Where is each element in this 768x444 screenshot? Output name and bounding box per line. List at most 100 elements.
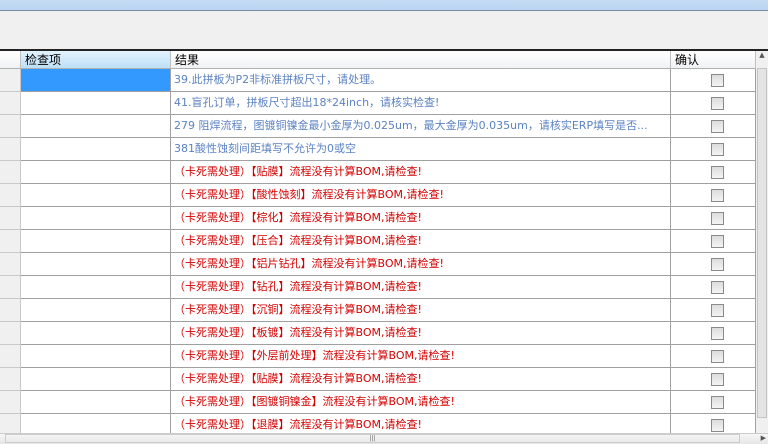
item-cell[interactable] [21,138,171,161]
table-row[interactable]: （卡死需处理）【棕化】流程没有计算BOM,请检查! [0,207,756,230]
confirm-checkbox[interactable] [711,281,724,294]
result-cell[interactable]: （卡死需处理）【退膜】流程没有计算BOM,请检查! [171,414,671,433]
confirm-cell[interactable] [671,230,756,253]
result-cell[interactable]: （卡死需处理）【板镀】流程没有计算BOM,请检查! [171,322,671,345]
table-row[interactable]: （卡死需处理）【贴膜】流程没有计算BOM,请检查! [0,161,756,184]
row-header[interactable] [0,253,21,276]
result-cell[interactable]: （卡死需处理）【贴膜】流程没有计算BOM,请检查! [171,161,671,184]
table-row[interactable]: （卡死需处理）【贴膜】流程没有计算BOM,请检查! [0,368,756,391]
row-header[interactable] [0,368,21,391]
table-row[interactable]: （卡死需处理）【压合】流程没有计算BOM,请检查! [0,230,756,253]
item-cell[interactable] [21,322,171,345]
item-cell[interactable] [21,207,171,230]
result-cell[interactable]: 39.此拼板为P2非标准拼板尺寸，请处理。 [171,69,671,92]
confirm-cell[interactable] [671,161,756,184]
confirm-checkbox[interactable] [711,74,724,87]
confirm-checkbox[interactable] [711,350,724,363]
result-cell[interactable]: 381酸性蚀刻间距填写不允许为0或空 [171,138,671,161]
confirm-cell[interactable] [671,391,756,414]
table-row[interactable]: 279 阻焊流程，图镀铜镍金最小金厚为0.025um，最大金厚为0.035um，… [0,115,756,138]
result-cell[interactable]: （卡死需处理）【外层前处理】流程没有计算BOM,请检查! [171,345,671,368]
result-cell[interactable]: （卡死需处理）【沉铜】流程没有计算BOM,请检查! [171,299,671,322]
confirm-cell[interactable] [671,368,756,391]
table-row[interactable]: （卡死需处理）【外层前处理】流程没有计算BOM,请检查! [0,345,756,368]
scroll-right-arrow-icon[interactable]: ▶ [761,434,766,442]
row-header[interactable] [0,69,21,92]
confirm-cell[interactable] [671,253,756,276]
item-cell[interactable] [21,253,171,276]
confirm-cell[interactable] [671,322,756,345]
result-cell[interactable]: （卡死需处理）【酸性蚀刻】流程没有计算BOM,请检查! [171,184,671,207]
confirm-checkbox[interactable] [711,373,724,386]
confirm-checkbox[interactable] [711,327,724,340]
confirm-cell[interactable] [671,138,756,161]
row-header[interactable] [0,138,21,161]
result-cell[interactable]: （卡死需处理）【棕化】流程没有计算BOM,请检查! [171,207,671,230]
confirm-cell[interactable] [671,299,756,322]
result-cell[interactable]: 41.盲孔订单，拼板尺寸超出18*24inch，请核实检查! [171,92,671,115]
row-header[interactable] [0,230,21,253]
row-header[interactable] [0,391,21,414]
row-header[interactable] [0,345,21,368]
confirm-checkbox[interactable] [711,120,724,133]
result-cell[interactable]: （卡死需处理）【钻孔】流程没有计算BOM,请检查! [171,276,671,299]
confirm-cell[interactable] [671,69,756,92]
table-row[interactable]: 41.盲孔订单，拼板尺寸超出18*24inch，请核实检查! [0,92,756,115]
table-row[interactable]: （卡死需处理）【铝片钻孔】流程没有计算BOM,请检查! [0,253,756,276]
confirm-cell[interactable] [671,184,756,207]
vertical-scrollbar[interactable]: ▲ [756,51,768,433]
item-cell[interactable] [21,115,171,138]
item-cell[interactable] [21,230,171,253]
item-cell[interactable] [21,345,171,368]
table-row[interactable]: 39.此拼板为P2非标准拼板尺寸，请处理。 [0,69,756,92]
horizontal-scroll-thumb[interactable]: ||| [5,434,740,443]
row-header[interactable] [0,115,21,138]
table-row[interactable]: （卡死需处理）【沉铜】流程没有计算BOM,请检查! [0,299,756,322]
row-header[interactable] [0,414,21,433]
confirm-cell[interactable] [671,345,756,368]
row-header[interactable] [0,161,21,184]
result-cell[interactable]: （卡死需处理）【铝片钻孔】流程没有计算BOM,请检查! [171,253,671,276]
confirm-cell[interactable] [671,276,756,299]
confirm-checkbox[interactable] [711,396,724,409]
result-cell[interactable]: （卡死需处理）【图镀铜镍金】流程没有计算BOM,请检查! [171,391,671,414]
item-cell[interactable] [21,92,171,115]
confirm-cell[interactable] [671,414,756,433]
row-header[interactable] [0,92,21,115]
confirm-cell[interactable] [671,92,756,115]
confirm-checkbox[interactable] [711,258,724,271]
row-header[interactable] [0,184,21,207]
confirm-cell[interactable] [671,115,756,138]
result-cell[interactable]: （卡死需处理）【压合】流程没有计算BOM,请检查! [171,230,671,253]
confirm-checkbox[interactable] [711,97,724,110]
item-cell[interactable] [21,299,171,322]
confirm-cell[interactable] [671,207,756,230]
item-cell[interactable] [21,368,171,391]
item-cell[interactable] [21,161,171,184]
confirm-checkbox[interactable] [711,235,724,248]
confirm-checkbox[interactable] [711,143,724,156]
item-cell[interactable] [21,276,171,299]
table-row[interactable]: 381酸性蚀刻间距填写不允许为0或空 [0,138,756,161]
table-row[interactable]: （卡死需处理）【退膜】流程没有计算BOM,请检查! [0,414,756,433]
column-header-item[interactable]: 检查项 [21,51,171,69]
row-header[interactable] [0,207,21,230]
column-header-confirm[interactable]: 确认 [671,51,756,69]
row-header[interactable] [0,299,21,322]
confirm-checkbox[interactable] [711,189,724,202]
result-cell[interactable]: （卡死需处理）【贴膜】流程没有计算BOM,请检查! [171,368,671,391]
confirm-checkbox[interactable] [711,304,724,317]
row-header[interactable] [0,322,21,345]
table-row[interactable]: （卡死需处理）【图镀铜镍金】流程没有计算BOM,请检查! [0,391,756,414]
scroll-up-arrow-icon[interactable]: ▲ [756,51,768,59]
table-row[interactable]: （卡死需处理）【板镀】流程没有计算BOM,请检查! [0,322,756,345]
result-cell[interactable]: 279 阻焊流程，图镀铜镍金最小金厚为0.025um，最大金厚为0.035um，… [171,115,671,138]
table-row[interactable]: （卡死需处理）【钻孔】流程没有计算BOM,请检查! [0,276,756,299]
horizontal-scrollbar[interactable]: ||| ▶ [0,433,768,444]
scroll-thumb[interactable] [757,68,767,418]
item-cell[interactable] [21,414,171,433]
confirm-checkbox[interactable] [711,419,724,432]
confirm-checkbox[interactable] [711,166,724,179]
confirm-checkbox[interactable] [711,212,724,225]
item-cell[interactable] [21,184,171,207]
